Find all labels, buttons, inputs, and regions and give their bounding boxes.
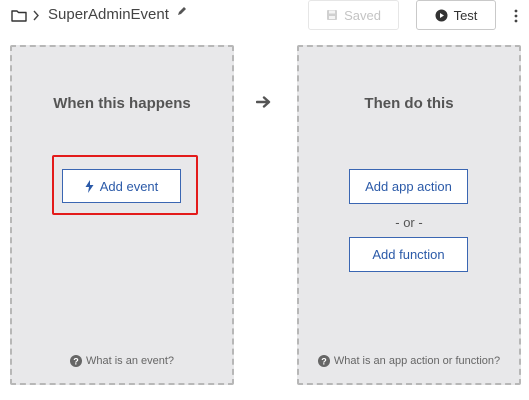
help-icon: ? [69,355,82,367]
event-help-link[interactable]: ? What is an event? [12,355,232,367]
saved-button[interactable]: Saved [308,0,399,30]
arrow-right-icon [256,96,271,108]
add-function-label: Add function [372,247,445,262]
svg-text:?: ? [73,357,79,367]
add-event-label: Add event [99,178,159,194]
help-icon: ? [317,355,330,367]
add-event-button[interactable]: Add event [62,169,181,203]
or-separator: - or - [395,215,423,230]
test-button[interactable]: Test [416,0,496,30]
add-app-action-label: Add app action [365,179,452,194]
saved-label: Saved [344,7,381,23]
test-label: Test [453,7,478,23]
trigger-panel: When this happens Add event ? What is an… [10,45,234,385]
lightning-icon [85,179,94,193]
action-panel-title: Then do this [364,95,454,112]
folder-icon[interactable] [11,9,27,22]
svg-text:?: ? [321,357,327,367]
top-bar: SuperAdminEvent Saved Test [0,0,529,34]
action-panel: Then do this Add app action - or - Add f… [297,45,521,385]
workflow-name[interactable]: SuperAdminEvent [48,6,169,23]
save-icon [327,10,338,20]
pencil-icon[interactable] [176,5,187,17]
action-help-text: What is an app action or function? [333,355,501,367]
more-options-icon[interactable] [513,8,519,24]
play-icon [435,9,448,21]
add-function-button[interactable]: Add function [349,237,468,272]
trigger-panel-title: When this happens [53,95,191,112]
add-app-action-button[interactable]: Add app action [349,169,468,204]
action-help-link[interactable]: ? What is an app action or function? [299,355,519,367]
event-help-text: What is an event? [85,355,175,367]
chevron-right-icon [33,10,39,21]
